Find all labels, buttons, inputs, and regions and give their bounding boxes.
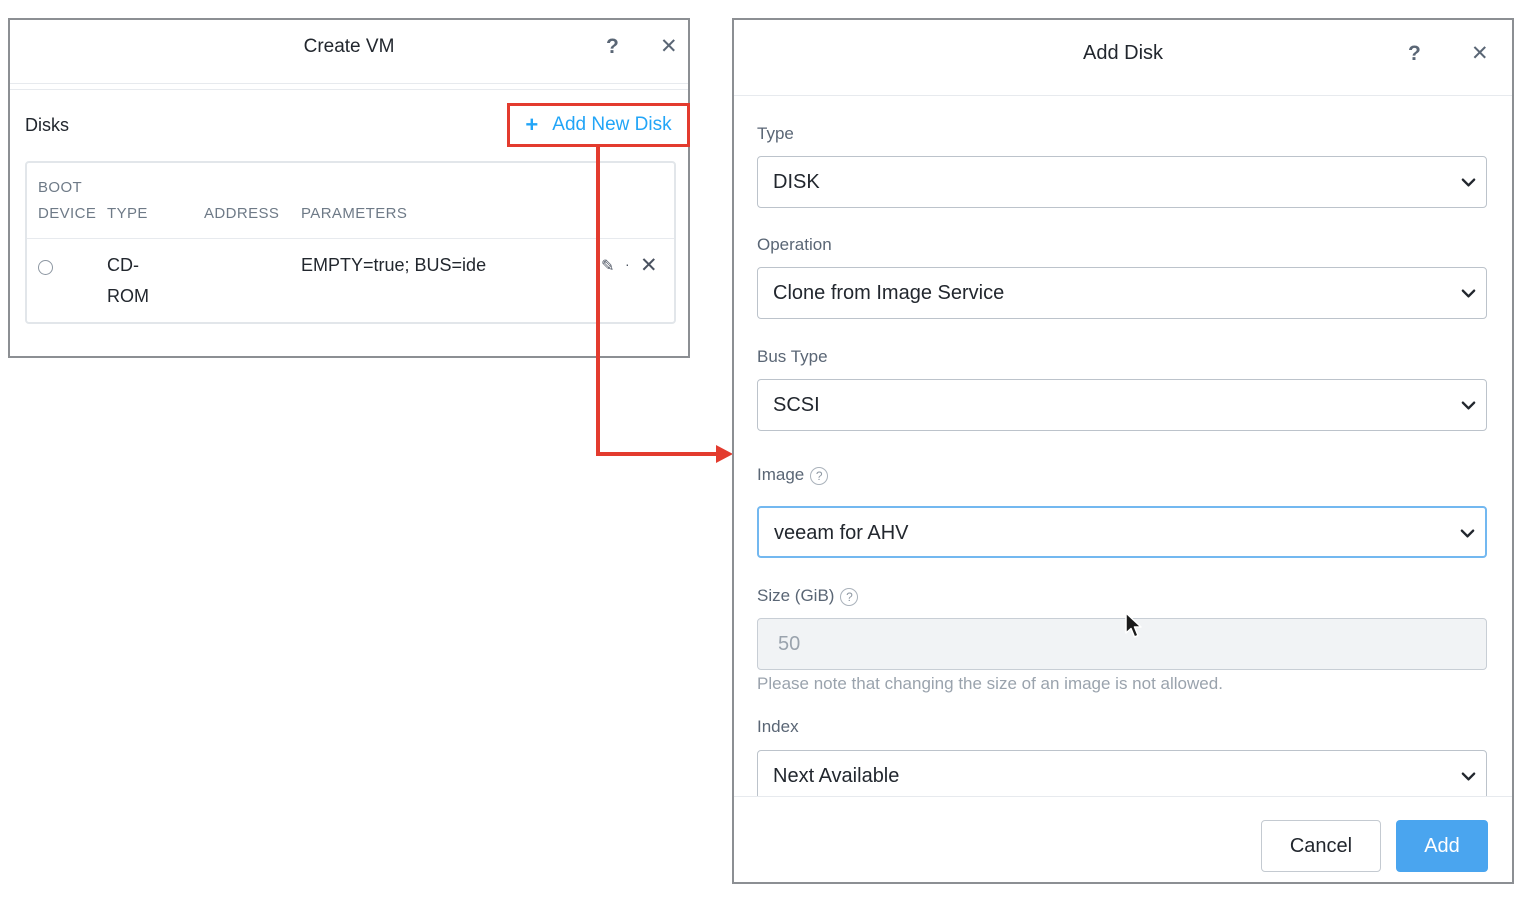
bus-type-select-value: SCSI — [773, 394, 820, 416]
index-select-value: Next Available — [773, 765, 900, 787]
help-icon[interactable]: ? — [840, 587, 859, 606]
add-disk-dialog: Add Disk ? ✕ Type DISK Operation Clone f… — [732, 18, 1514, 884]
size-input-value: 50 — [778, 633, 801, 655]
chevron-down-icon — [1460, 529, 1475, 538]
divider — [734, 95, 1512, 96]
close-icon[interactable]: ✕ — [660, 34, 678, 59]
operation-select-value: Clone from Image Service — [773, 282, 1005, 304]
size-input: 50 — [757, 618, 1487, 670]
callout-arrow-line — [596, 452, 718, 456]
chevron-down-icon — [1461, 289, 1476, 298]
disks-table: BOOT DEVICE TYPE ADDRESS PARAMETERS CD- … — [25, 161, 676, 324]
image-select-value: veeam for AHV — [774, 522, 909, 544]
add-new-disk-button[interactable]: + Add New Disk — [507, 103, 690, 147]
create-vm-dialog: Create VM ? ✕ Disks + Add New Disk BOOT … — [8, 18, 690, 358]
dialog-title: Create VM — [303, 36, 395, 57]
close-icon[interactable]: ✕ — [1471, 41, 1489, 66]
question-icon[interactable]: ? — [1408, 42, 1421, 66]
arrow-head-icon — [716, 445, 733, 463]
image-select[interactable]: veeam for AHV — [757, 506, 1487, 558]
index-select[interactable]: Next Available — [757, 750, 1487, 796]
callout-arrow-line — [596, 146, 600, 456]
operation-select[interactable]: Clone from Image Service — [757, 267, 1487, 319]
help-icon[interactable]: ? — [810, 466, 829, 485]
size-help-text: Please note that changing the size of an… — [757, 674, 1223, 693]
type-select-value: DISK — [773, 171, 820, 193]
mouse-pointer-icon — [1125, 612, 1142, 638]
chevron-down-icon — [1461, 401, 1476, 410]
add-button[interactable]: Add — [1396, 820, 1488, 872]
chevron-down-icon — [1461, 178, 1476, 187]
add-new-disk-label: Add New Disk — [552, 114, 672, 135]
image-label: Image — [757, 465, 805, 484]
disk-parameters-cell: EMPTY=true; BUS=ide — [301, 255, 487, 275]
question-icon[interactable]: ? — [606, 35, 619, 59]
pencil-icon[interactable]: ✎ — [601, 256, 614, 276]
divider — [27, 238, 674, 239]
dialog-title: Add Disk — [1082, 42, 1164, 64]
boot-device-radio[interactable] — [38, 260, 53, 275]
divider — [734, 796, 1512, 797]
column-header-device: DEVICE — [38, 205, 97, 222]
image-label-row: Image? — [757, 465, 829, 485]
column-header-parameters: PARAMETERS — [301, 205, 408, 222]
bus-type-label: Bus Type — [757, 347, 828, 366]
divider — [10, 89, 688, 90]
type-select[interactable]: DISK — [757, 156, 1487, 208]
delete-disk-icon[interactable]: ✕ — [640, 253, 658, 278]
bus-type-select[interactable]: SCSI — [757, 379, 1487, 431]
index-label: Index — [757, 717, 799, 736]
column-header-address: ADDRESS — [204, 205, 280, 222]
action-separator: · — [625, 256, 630, 272]
scroll-viewport: Next Available — [734, 748, 1512, 796]
cancel-button[interactable]: Cancel — [1261, 820, 1381, 872]
column-header-boot: BOOT — [38, 179, 83, 196]
divider — [10, 83, 688, 84]
size-label-row: Size (GiB)? — [757, 586, 859, 606]
column-header-type: TYPE — [107, 205, 148, 222]
type-label: Type — [757, 124, 794, 143]
disk-type-cell-line2: ROM — [107, 286, 149, 306]
disk-type-cell: CD- — [107, 255, 139, 275]
size-label: Size (GiB) — [757, 586, 835, 605]
operation-label: Operation — [757, 235, 832, 254]
plus-icon: + — [525, 112, 539, 137]
chevron-down-icon — [1461, 772, 1476, 781]
disks-section-label: Disks — [25, 115, 69, 135]
